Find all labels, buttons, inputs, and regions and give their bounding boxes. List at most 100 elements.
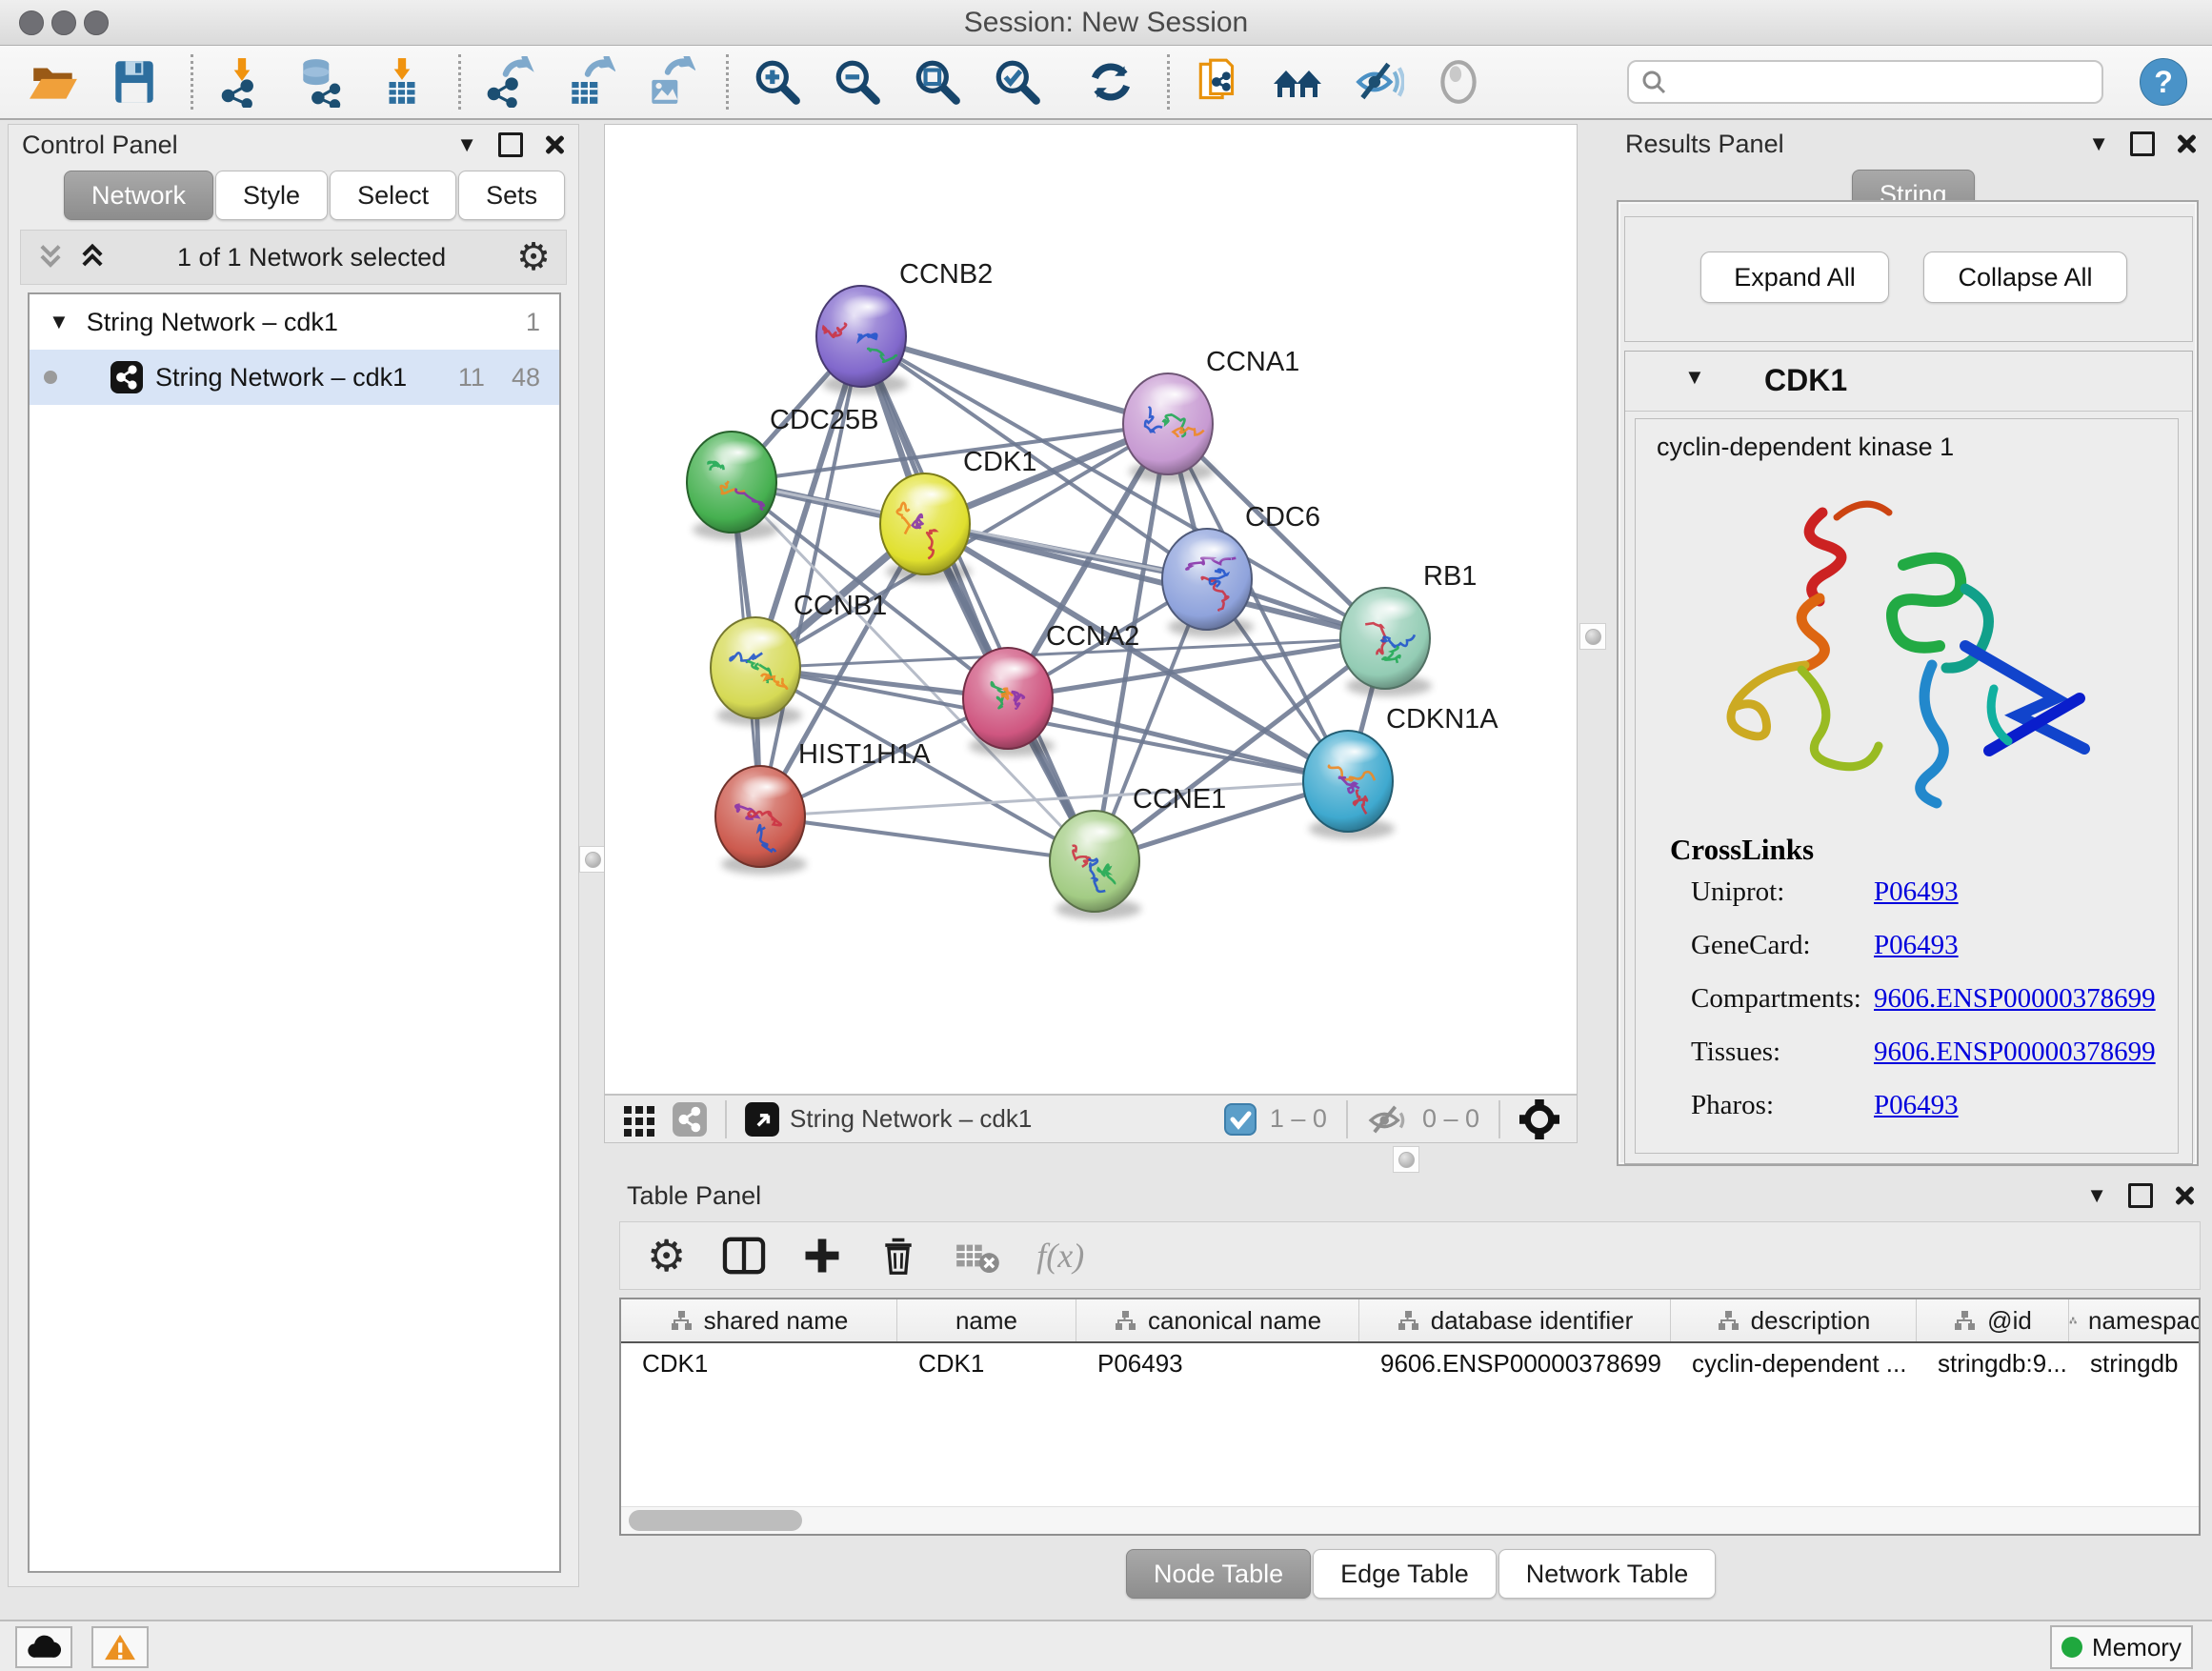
tab-network-table[interactable]: Network Table [1498,1549,1717,1599]
birdseye-icon[interactable] [1519,1099,1559,1139]
tab-select[interactable]: Select [330,171,456,220]
grid-view-icon[interactable] [622,1102,656,1137]
create-column-plus-icon[interactable] [802,1236,842,1276]
table-panel-menu-icon[interactable]: ▼ [2086,1185,2107,1206]
network-options-gear-icon[interactable]: ⚙ [516,238,551,276]
warning-status-button[interactable] [91,1626,149,1668]
network-label: String Network – cdk1 [155,363,407,393]
collapse-all-button[interactable]: Collapse All [1923,252,2127,303]
table-row[interactable]: CDK1 CDK1 P06493 9606.ENSP00000378699 cy… [621,1343,2199,1385]
crosslink-label: Pharos: [1691,1090,1774,1120]
collection-expand-icon[interactable]: ▼ [49,312,70,332]
column-header[interactable]: description [1671,1299,1917,1341]
results-panel-close-icon[interactable] [2176,133,2197,154]
results-panel-float-icon[interactable] [2130,131,2155,156]
crosslink-value-link[interactable]: P06493 [1874,930,1959,961]
home-icon[interactable] [1269,52,1328,111]
table-panel-close-icon[interactable] [2174,1185,2195,1206]
export-table-icon[interactable] [560,52,619,111]
control-panel-float-icon[interactable] [498,132,523,157]
refresh-icon[interactable] [1081,52,1140,111]
column-header[interactable]: namespac [2069,1299,2201,1341]
table-panel-float-icon[interactable] [2128,1183,2153,1208]
cloud-status-button[interactable] [15,1626,72,1668]
expand-all-icon[interactable] [78,242,107,272]
table-toolbar: ⚙ f(x) [619,1221,2201,1290]
crosslink-value-link[interactable]: 9606.ENSP00000378699 [1874,1037,2156,1068]
svg-text:CDC6: CDC6 [1245,502,1320,533]
memory-button[interactable]: Memory [2050,1625,2193,1669]
results-panel-menu-icon[interactable]: ▼ [2088,133,2109,154]
status-bar: Memory [0,1620,2212,1671]
toolbar-separator [191,54,193,110]
export-image-icon[interactable] [640,52,699,111]
function-builder-icon[interactable]: f(x) [1036,1236,1084,1276]
gene-section-header[interactable]: ▼ CDK1 [1625,352,2192,412]
import-network-database-icon[interactable] [292,52,352,111]
splitter-handle-horizontal[interactable] [1393,1146,1419,1173]
network-view-toolbar: String Network – cdk1 1 – 0 0 – 0 [605,1094,1577,1142]
crosslink-value-link[interactable]: 9606.ENSP00000378699 [1874,983,2156,1015]
column-header[interactable]: name [897,1299,1076,1341]
zoom-out-icon[interactable] [828,52,887,111]
scrollbar-thumb[interactable] [629,1510,802,1531]
network-edge-count: 48 [512,363,540,393]
zoom-in-icon[interactable] [748,52,807,111]
show-columns-icon[interactable] [722,1236,766,1276]
network-canvas[interactable]: CCNB2CCNA1CDC25BCDK1CDC6RB1CCNB1CCNA2CDK… [605,125,1577,1094]
save-session-icon[interactable] [105,52,164,111]
import-network-icon[interactable] [212,52,271,111]
zoom-fit-icon[interactable] [908,52,967,111]
column-header[interactable]: shared name [621,1299,897,1341]
expand-all-button[interactable]: Expand All [1700,252,1889,303]
network-column-icon [1717,1309,1739,1332]
table-panel: Table Panel ▼ ⚙ f(x) shared name name ca… [604,1178,2206,1597]
delete-table-icon[interactable] [955,1238,1000,1274]
detach-view-icon[interactable] [744,1101,780,1137]
tab-style[interactable]: Style [215,171,328,220]
column-header[interactable]: canonical name [1076,1299,1359,1341]
collapse-all-icon[interactable] [36,242,65,272]
tab-edge-table[interactable]: Edge Table [1313,1549,1497,1599]
import-table-icon[interactable] [372,52,432,111]
help-icon[interactable]: ? [2140,58,2187,106]
tab-sets[interactable]: Sets [458,171,565,220]
control-panel-close-icon[interactable] [544,134,565,155]
memory-status-dot-icon [2061,1637,2082,1658]
network-collection-row[interactable]: ▼ String Network – cdk1 1 [30,294,559,350]
column-header[interactable]: database identifier [1359,1299,1671,1341]
svg-text:CCNA2: CCNA2 [1046,621,1139,652]
tab-network[interactable]: Network [64,171,213,220]
network-share-icon [110,360,144,394]
open-session-icon[interactable] [25,52,84,111]
column-header[interactable]: @id [1917,1299,2069,1341]
network-column-icon [670,1309,693,1332]
network-row[interactable]: String Network – cdk1 11 48 [30,350,559,405]
clone-network-icon[interactable] [1189,52,1248,111]
network-view-share-icon[interactable] [672,1101,708,1137]
table-cell: stringdb:9... [1917,1343,2069,1385]
crosslink-label: GeneCard: [1691,930,1811,960]
network-view-panel: CCNB2CCNA1CDC25BCDK1CDC6RB1CCNB1CCNA2CDK… [604,124,1578,1143]
tab-node-table[interactable]: Node Table [1126,1549,1311,1599]
table-options-gear-icon[interactable]: ⚙ [647,1234,686,1278]
control-panel-tabs: NetworkStyleSelectSets [64,171,567,220]
control-panel: Control Panel ▼ NetworkStyleSelectSets 1… [8,124,579,1587]
crosslink-value-link[interactable]: P06493 [1874,876,1959,908]
zoom-selected-icon[interactable] [988,52,1047,111]
collection-label: String Network – cdk1 [87,308,338,337]
gene-collapse-icon[interactable]: ▼ [1684,367,1705,388]
delete-column-trash-icon[interactable] [878,1235,918,1277]
hide-panel-eye-icon[interactable] [1349,52,1408,111]
selected-checkbox-icon[interactable] [1224,1103,1257,1136]
control-panel-menu-icon[interactable]: ▼ [456,134,477,155]
crosslink-row: Pharos: P06493 [1691,1090,2167,1137]
splitter-handle-left[interactable] [579,846,606,873]
table-horizontal-scrollbar[interactable] [621,1506,2199,1534]
search-input[interactable] [1677,67,2090,98]
show-panel-eye-icon[interactable] [1429,52,1488,111]
export-network-icon[interactable] [480,52,539,111]
crosslink-value-link[interactable]: P06493 [1874,1090,1959,1121]
network-view-title: String Network – cdk1 [790,1104,1032,1134]
hidden-eye-icon[interactable] [1367,1102,1409,1137]
